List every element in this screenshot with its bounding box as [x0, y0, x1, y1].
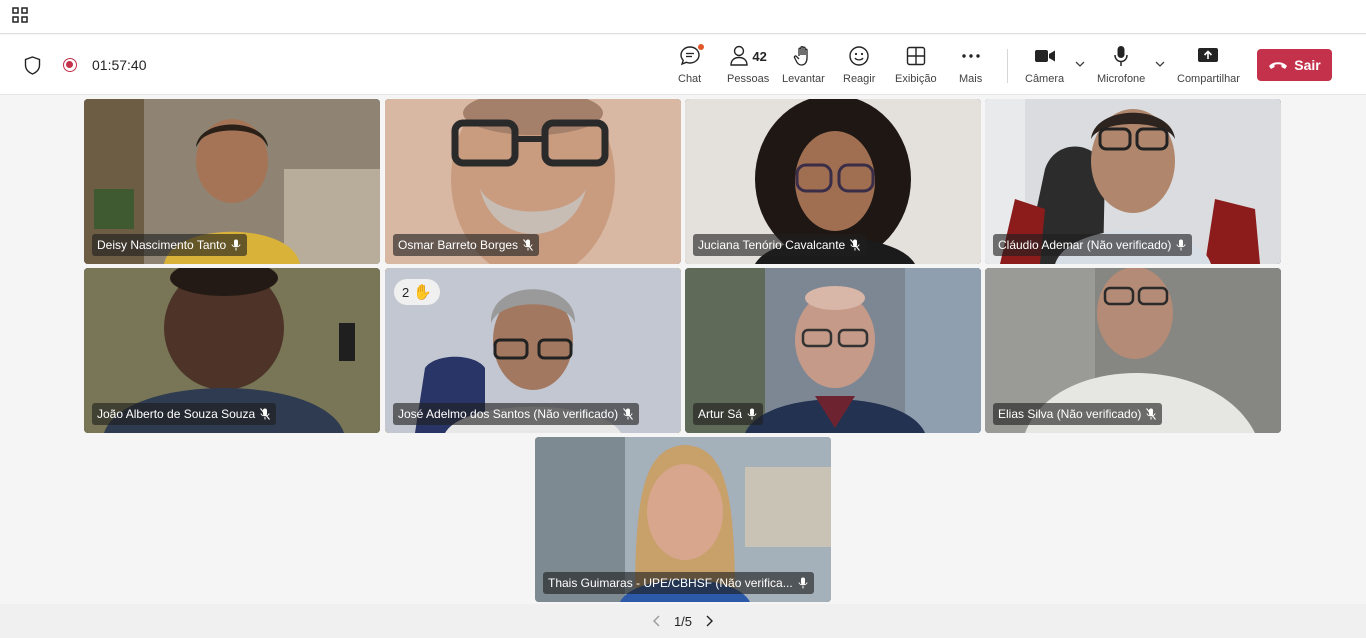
mic-unmuted-icon — [231, 239, 241, 251]
participant-name-tag: Osmar Barreto Borges — [393, 234, 540, 256]
view-button[interactable]: Exibição — [895, 44, 937, 90]
participant-tile-speaking[interactable]: Cláudio Ademar (Não verificado) — [985, 99, 1281, 264]
layout-grid-icon — [906, 46, 925, 66]
mic-muted-icon — [1146, 408, 1157, 420]
leave-button[interactable]: Sair — [1257, 49, 1332, 81]
share-label: Compartilhar — [1177, 73, 1240, 85]
participant-name: Deisy Nascimento Tanto — [97, 238, 227, 252]
mic-unmuted-icon — [747, 408, 757, 420]
raise-hand-button[interactable]: Levantar — [782, 44, 825, 90]
shield-icon[interactable] — [24, 56, 41, 75]
apps-grid-icon[interactable] — [12, 7, 28, 23]
mic-muted-icon — [850, 239, 861, 251]
raised-hand-badge: 2 ✋ — [394, 279, 440, 305]
call-timer: 01:57:40 — [92, 57, 147, 73]
participant-name-tag: José Adelmo dos Santos (Não verificado) — [393, 403, 640, 425]
unread-dot — [697, 44, 704, 50]
react-label: Reagir — [843, 73, 876, 85]
chevron-left-icon[interactable] — [650, 614, 664, 628]
mic-unmuted-icon — [798, 577, 808, 589]
gallery-pager: 1/5 — [0, 604, 1366, 638]
microphone-icon — [1114, 46, 1128, 66]
chat-button[interactable]: Chat — [678, 44, 704, 90]
participant-name: Cláudio Ademar (Não verificado) — [998, 238, 1172, 252]
share-button[interactable]: Compartilhar — [1177, 44, 1240, 90]
hang-up-icon — [1269, 62, 1288, 69]
participant-tile[interactable]: Osmar Barreto Borges — [385, 99, 681, 264]
participant-tile-hand-raised[interactable]: 2 ✋ José Adelmo dos Santos (Não verifica… — [385, 268, 681, 433]
participant-name: Thais Guimaras - UPE/CBHSF (Não verifica… — [548, 576, 793, 590]
mic-muted-icon — [623, 408, 634, 420]
mic-muted-icon — [523, 239, 533, 251]
title-bar — [0, 0, 1366, 34]
participant-name: Juciana Tenório Cavalcante — [698, 238, 846, 252]
mic-unmuted-icon — [1176, 239, 1186, 251]
camera-options-chevron-icon[interactable] — [1074, 59, 1086, 69]
page-indicator: 1/5 — [673, 613, 693, 629]
participant-name-tag: Elias Silva (Não verificado) — [993, 403, 1163, 425]
more-label: Mais — [959, 73, 983, 85]
participant-tile[interactable]: Thais Guimaras - UPE/CBHSF (Não verifica… — [535, 437, 831, 602]
participant-name-tag: Cláudio Ademar (Não verificado) — [993, 234, 1193, 256]
more-button[interactable]: Mais — [959, 44, 982, 90]
raise-hand-label: Levantar — [782, 73, 825, 85]
participant-name: José Adelmo dos Santos (Não verificado) — [398, 407, 619, 421]
camera-label: Câmera — [1025, 73, 1065, 85]
toolbar-divider — [1007, 49, 1008, 83]
view-label: Exibição — [895, 73, 937, 85]
mic-muted-icon — [260, 408, 271, 420]
people-button[interactable]: 42 Pessoas — [727, 44, 769, 90]
share-screen-icon — [1198, 48, 1219, 62]
camera-button[interactable]: Câmera — [1025, 44, 1064, 90]
participant-name: João Alberto de Souza Souza — [97, 407, 256, 421]
camera-icon — [1034, 50, 1055, 62]
meeting-toolbar: 01:57:40 Chat 42 Pessoas Levantar Reagir… — [0, 35, 1366, 95]
microphone-button[interactable]: Microfone — [1097, 44, 1145, 90]
participant-tile[interactable]: João Alberto de Souza Souza — [84, 268, 380, 433]
chat-label: Chat — [678, 73, 702, 85]
participant-name-tag: Juciana Tenório Cavalcante — [693, 234, 867, 256]
react-button[interactable]: Reagir — [843, 44, 875, 90]
smiley-icon — [849, 46, 869, 66]
participant-name: Artur Sá — [698, 407, 743, 421]
participant-name-tag: Thais Guimaras - UPE/CBHSF (Não verifica… — [543, 572, 814, 594]
more-icon — [961, 54, 980, 58]
microphone-options-chevron-icon[interactable] — [1154, 59, 1166, 69]
people-icon — [730, 45, 749, 66]
people-label: Pessoas — [727, 73, 770, 85]
participant-tile[interactable]: Deisy Nascimento Tanto — [84, 99, 380, 264]
participant-name-tag: Deisy Nascimento Tanto — [92, 234, 248, 256]
participant-tile[interactable]: Elias Silva (Não verificado) — [985, 268, 1281, 433]
participant-name-tag: Artur Sá — [693, 403, 764, 425]
chevron-right-icon[interactable] — [702, 614, 716, 628]
leave-label: Sair — [1294, 57, 1321, 73]
people-count: 42 — [752, 48, 767, 64]
raise-hand-icon — [794, 45, 809, 66]
recording-indicator-icon — [63, 58, 77, 72]
participant-name-tag: João Alberto de Souza Souza — [92, 403, 277, 425]
raised-hand-icon: ✋ — [413, 284, 432, 301]
raised-hand-order: 2 — [402, 284, 410, 300]
participant-tile-speaking[interactable]: Artur Sá — [685, 268, 981, 433]
participant-tile[interactable]: Juciana Tenório Cavalcante — [685, 99, 981, 264]
microphone-label: Microfone — [1097, 73, 1146, 85]
participant-name: Elias Silva (Não verificado) — [998, 407, 1142, 421]
participant-name: Osmar Barreto Borges — [398, 238, 519, 252]
